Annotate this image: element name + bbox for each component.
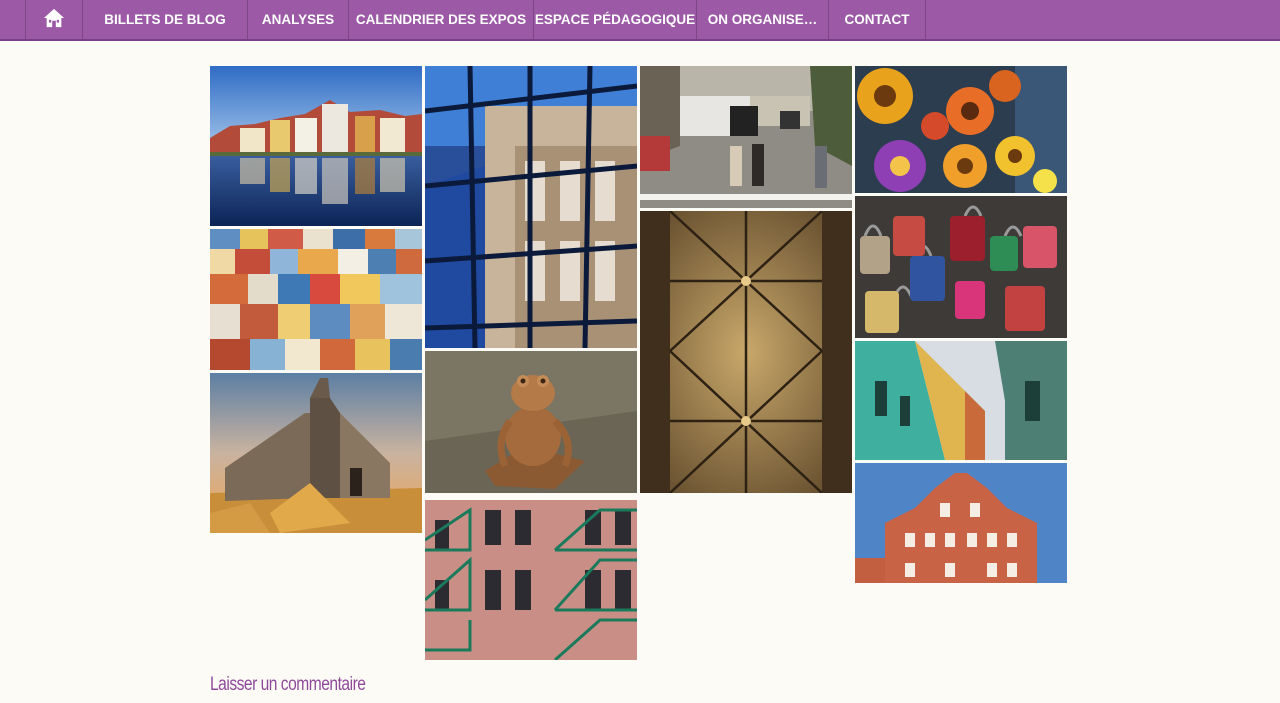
gallery-photo-lake-town[interactable] [210, 66, 422, 226]
nav-item-analyses[interactable]: ANALYSES [248, 0, 349, 39]
gallery-photo-strawflowers[interactable] [855, 66, 1067, 193]
main-navbar: BILLETS DE BLOG ANALYSES CALENDRIER DES … [0, 0, 1280, 41]
nav-item-calendrier-des-expos[interactable]: CALENDRIER DES EXPOS [349, 0, 534, 39]
gallery-photo-fire-escapes[interactable] [425, 500, 637, 660]
gallery-photo-stone-church[interactable] [210, 373, 422, 533]
gallery-photo-frog-statue[interactable] [425, 351, 637, 493]
nav-item-contact[interactable]: CONTACT [829, 0, 926, 39]
gallery-photo-glass-facade[interactable] [425, 66, 637, 348]
gallery-photo-colorful-houses[interactable] [210, 229, 422, 370]
leave-comment-link[interactable]: Laisser un commentaire [210, 674, 366, 696]
gallery-photo-red-facade[interactable] [855, 463, 1067, 583]
nav-home[interactable] [26, 0, 83, 39]
nav-item-billets-de-blog[interactable]: BILLETS DE BLOG [83, 0, 248, 39]
gallery-photo-city-street[interactable] [640, 66, 852, 208]
gallery-photo-padlocks[interactable] [855, 196, 1067, 338]
gallery-photo-gothic-ceiling[interactable] [640, 211, 852, 493]
nav-item-on-organise[interactable]: ON ORGANISE… [697, 0, 829, 39]
gallery-photo-colorful-street[interactable] [855, 341, 1067, 460]
home-icon [43, 7, 65, 32]
nav-item-espace-pedagogique[interactable]: ESPACE PÉDAGOGIQUE [534, 0, 697, 39]
